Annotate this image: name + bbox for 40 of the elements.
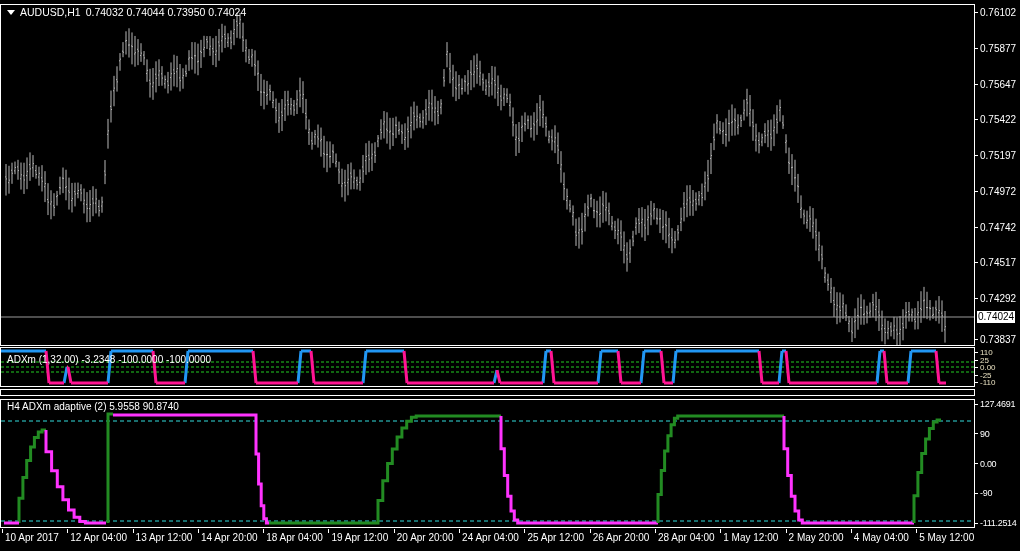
axis-label: 0.75197 bbox=[980, 150, 1017, 161]
symbol-label: AUDUSD,H1 bbox=[20, 5, 81, 20]
time-label: 5 May 12:00 bbox=[919, 532, 975, 544]
current-price-label: 0.74024 bbox=[977, 311, 1016, 323]
time-label: 25 Apr 12:00 bbox=[527, 532, 585, 544]
axis-label: 0.74517 bbox=[980, 257, 1017, 269]
time-label: 1 May 12:00 bbox=[723, 532, 779, 544]
time-label: 12 Apr 04:00 bbox=[70, 532, 127, 544]
axis-label: 0.75647 bbox=[980, 78, 1017, 90]
time-label: 19 Apr 12:00 bbox=[331, 532, 389, 544]
axis-label: 0.74742 bbox=[980, 221, 1017, 233]
axis-label: 0.75877 bbox=[980, 42, 1017, 54]
axis-label: 25 bbox=[980, 356, 989, 364]
time-label: 13 Apr 12:00 bbox=[135, 532, 193, 544]
axis-label: 0.76102 bbox=[980, 7, 1017, 18]
time-label: 28 Apr 04:00 bbox=[657, 532, 715, 544]
axis-label: 110 bbox=[980, 349, 993, 357]
time-label: 4 May 04:00 bbox=[853, 532, 909, 544]
time-label: 18 Apr 04:00 bbox=[266, 532, 323, 544]
time-label: 10 Apr 2017 bbox=[5, 532, 59, 544]
axis-label: 0.75422 bbox=[980, 114, 1017, 126]
indicator-legend: H4 ADXm adaptive (2) 5.9558 90.8740 bbox=[7, 401, 179, 413]
time-label: 14 Apr 20:00 bbox=[200, 532, 258, 544]
axis-label: 127.4691 bbox=[980, 399, 1016, 409]
time-label: 24 Apr 04:00 bbox=[462, 532, 519, 544]
time-label: 2 May 20:00 bbox=[788, 532, 844, 544]
time-label: 26 Apr 20:00 bbox=[592, 532, 650, 544]
axis-label: -110 bbox=[980, 379, 996, 387]
axis-label: -25 bbox=[980, 371, 992, 379]
dropdown-icon[interactable] bbox=[7, 10, 15, 16]
axis-label: 0.74972 bbox=[980, 185, 1017, 197]
ohlc-values: 0.74032 0.74044 0.73950 0.74024 bbox=[85, 5, 247, 20]
axis-label: 0.73837 bbox=[980, 334, 1017, 345]
axis-label: 90 bbox=[980, 428, 990, 439]
axis-label: 0.74292 bbox=[980, 293, 1017, 304]
axis-label: 0.00 bbox=[980, 458, 997, 469]
axis-label: -111.2514 bbox=[980, 518, 1017, 528]
time-label: 20 Apr 20:00 bbox=[396, 532, 454, 544]
axis-label: -90 bbox=[980, 488, 993, 499]
axis-label: 0.00 bbox=[980, 364, 996, 372]
